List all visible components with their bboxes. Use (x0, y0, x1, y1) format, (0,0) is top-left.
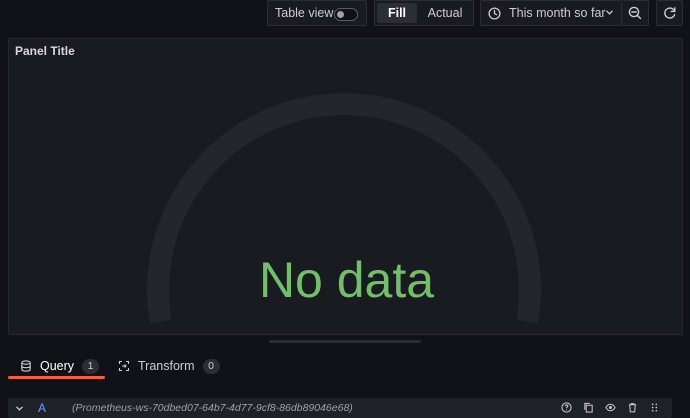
chevron-down-icon[interactable] (15, 404, 24, 413)
tab-transform-label: Transform (138, 359, 195, 373)
query-editor: A (Prometheus-ws-70dbed07-64b7-4d77-9cf8… (0, 380, 690, 418)
help-icon[interactable] (561, 402, 572, 413)
copy-icon[interactable] (583, 402, 594, 413)
zoom-out-icon (628, 6, 642, 20)
fill-button[interactable]: Fill (377, 3, 417, 23)
query-row-actions (550, 402, 660, 413)
table-view-switch[interactable] (334, 8, 358, 21)
query-row-header[interactable]: A (Prometheus-ws-70dbed07-64b7-4d77-9cf8… (8, 398, 672, 418)
zoom-out-button[interactable] (622, 0, 649, 26)
database-icon (21, 360, 31, 372)
time-range-label: This month so far (509, 6, 606, 20)
tab-transform[interactable]: Transform 0 (116, 352, 220, 380)
transform-icon (118, 360, 130, 372)
table-view-label: Table view (275, 6, 334, 20)
panel-resize-handle[interactable] (269, 340, 421, 343)
eye-icon[interactable] (605, 402, 616, 413)
table-view-toggle[interactable]: Table view (267, 0, 367, 26)
chevron-down-icon (606, 10, 613, 15)
refresh-icon (663, 7, 675, 19)
query-count-badge: 1 (82, 358, 100, 374)
refresh-button[interactable] (656, 0, 683, 26)
gauge-panel: Panel Title No data (8, 38, 683, 335)
clock-icon (488, 6, 501, 20)
tab-query-label: Query (40, 359, 75, 373)
trash-icon[interactable] (627, 402, 638, 413)
drag-handle-icon[interactable] (649, 402, 660, 413)
query-datasource: (Prometheus-ws-70dbed07-64b7-4d77-9cf8-8… (72, 402, 353, 414)
no-data-text: No data (258, 252, 435, 308)
transform-count-badge: 0 (202, 358, 220, 374)
active-tab-indicator (8, 376, 105, 379)
dashboard-toolbar: Table view Fill Actual This month so far (0, 0, 690, 30)
time-range-picker[interactable]: This month so far (480, 0, 622, 26)
actual-button[interactable]: Actual (421, 3, 469, 23)
fill-actual-radio-group: Fill Actual (374, 0, 474, 26)
switch-knob (337, 11, 344, 18)
